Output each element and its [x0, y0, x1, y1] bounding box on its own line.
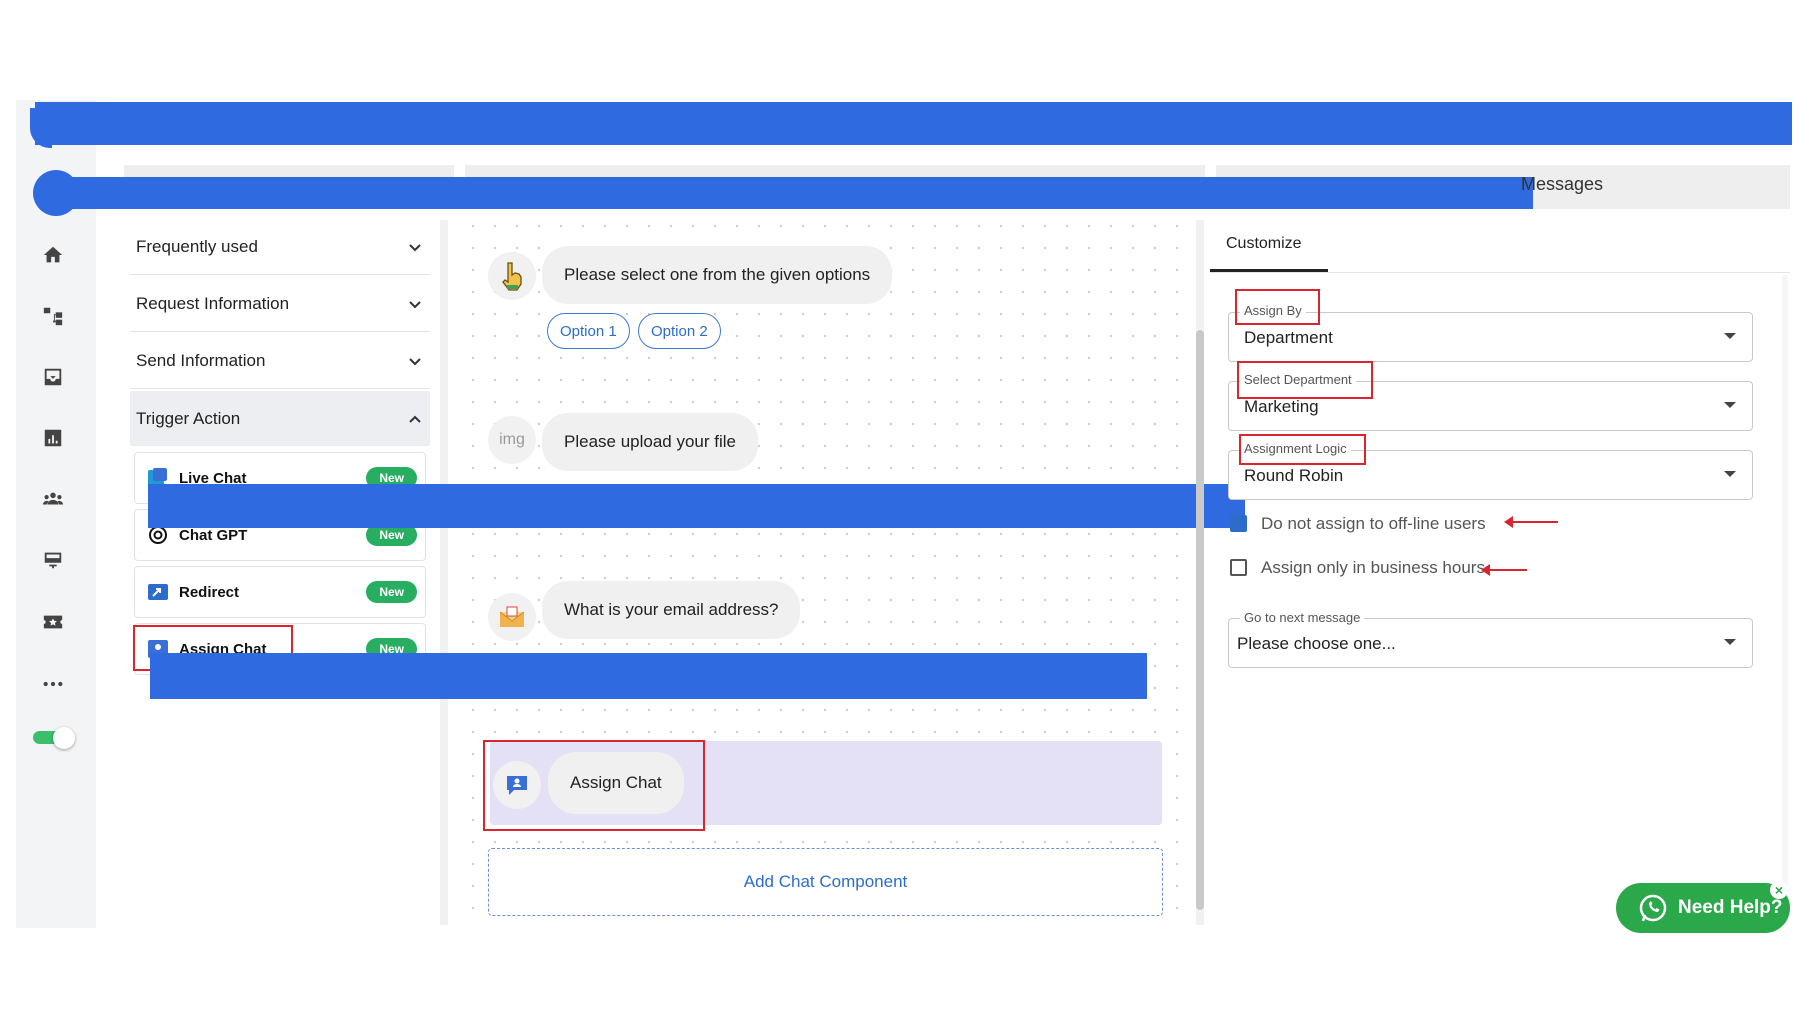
home-icon[interactable] [36, 238, 70, 272]
chevron-down-icon [409, 244, 421, 252]
divider [130, 274, 430, 275]
pointing-hand-icon [502, 262, 522, 291]
more-icon[interactable] [36, 667, 70, 701]
avatar [488, 252, 536, 300]
chevron-down-icon [409, 358, 421, 366]
tab-messages[interactable]: Messages [1521, 174, 1603, 195]
redacted-toolbar [58, 177, 1533, 209]
select-value: Please choose one... [1237, 634, 1396, 653]
trigger-label: Redirect [179, 583, 240, 601]
annotation-box [483, 740, 705, 831]
team-icon[interactable] [36, 482, 70, 516]
checkbox-label: Do not assign to off-line users [1261, 514, 1486, 533]
inbox-icon[interactable] [36, 360, 70, 394]
section-label: Trigger Action [136, 408, 241, 428]
analytics-icon[interactable] [36, 421, 70, 455]
redacted-avatar [33, 170, 79, 216]
toggle-switch[interactable] [33, 727, 75, 749]
need-help-label: Need Help? [1678, 897, 1783, 918]
section-label: Frequently used [136, 237, 258, 256]
offline-users-checkbox[interactable] [1230, 515, 1247, 532]
caret-down-icon [1724, 639, 1736, 645]
redirect-icon [147, 581, 169, 603]
divider [1210, 272, 1790, 273]
redacted-block [150, 653, 1147, 699]
caret-down-icon [1724, 333, 1736, 339]
avatar [488, 593, 536, 641]
trigger-redirect[interactable]: Redirect New [134, 566, 426, 618]
display-icon[interactable] [36, 543, 70, 577]
avatar: img [488, 416, 536, 464]
redacted-header [35, 102, 1792, 145]
section-frequently-used[interactable]: Frequently used [130, 221, 430, 273]
chevron-down-icon [409, 301, 421, 309]
close-icon[interactable]: × [1770, 881, 1788, 899]
redacted-block [148, 484, 1245, 528]
panel-scrollbar[interactable] [1782, 275, 1788, 925]
business-hours-checkbox[interactable] [1230, 559, 1247, 576]
palette-scrollbar[interactable] [440, 220, 448, 925]
scrollbar-thumb[interactable] [1196, 330, 1204, 910]
section-request-information[interactable]: Request Information [130, 278, 430, 330]
annotation-arrow [1504, 516, 1558, 528]
email-icon [499, 606, 525, 627]
annotation-box [1235, 289, 1320, 325]
option-button[interactable]: Option 2 [638, 313, 721, 349]
select-value: Round Robin [1244, 466, 1344, 485]
caret-down-icon [1724, 471, 1736, 477]
caret-down-icon [1724, 402, 1736, 408]
select-value: Department [1244, 328, 1333, 347]
section-label: Request Information [136, 294, 290, 313]
trigger-label: Chat GPT [179, 526, 248, 544]
need-help-button[interactable]: Need Help? [1616, 883, 1790, 933]
tab-customize[interactable]: Customize [1226, 235, 1302, 253]
chevron-up-icon [409, 415, 421, 423]
broken-image-icon: img [499, 431, 525, 448]
whatsapp-icon [1639, 894, 1667, 922]
new-badge: New [366, 581, 417, 603]
option-button[interactable]: Option 1 [547, 313, 630, 349]
select-value: Marketing [1244, 397, 1319, 416]
divider [130, 388, 430, 389]
section-trigger-action[interactable]: Trigger Action [130, 391, 430, 446]
section-label: Send Information [136, 351, 266, 370]
flow-icon[interactable] [36, 299, 70, 333]
ticket-icon[interactable] [36, 605, 70, 639]
field-label: Go to next message [1240, 610, 1365, 625]
add-chat-component-button[interactable]: Add Chat Component [488, 848, 1163, 916]
message-bubble[interactable]: Please select one from the given options [542, 246, 893, 304]
message-bubble[interactable]: Please upload your file [542, 413, 759, 471]
checkbox-label: Assign only in business hours [1261, 558, 1485, 577]
message-bubble[interactable]: What is your email address? [542, 581, 801, 639]
annotation-box [1239, 434, 1366, 465]
annotation-arrow [1481, 564, 1527, 576]
divider [130, 331, 430, 332]
section-send-information[interactable]: Send Information [130, 335, 430, 387]
next-message-select[interactable]: Please choose one... [1228, 618, 1753, 668]
annotation-box [1237, 361, 1373, 399]
